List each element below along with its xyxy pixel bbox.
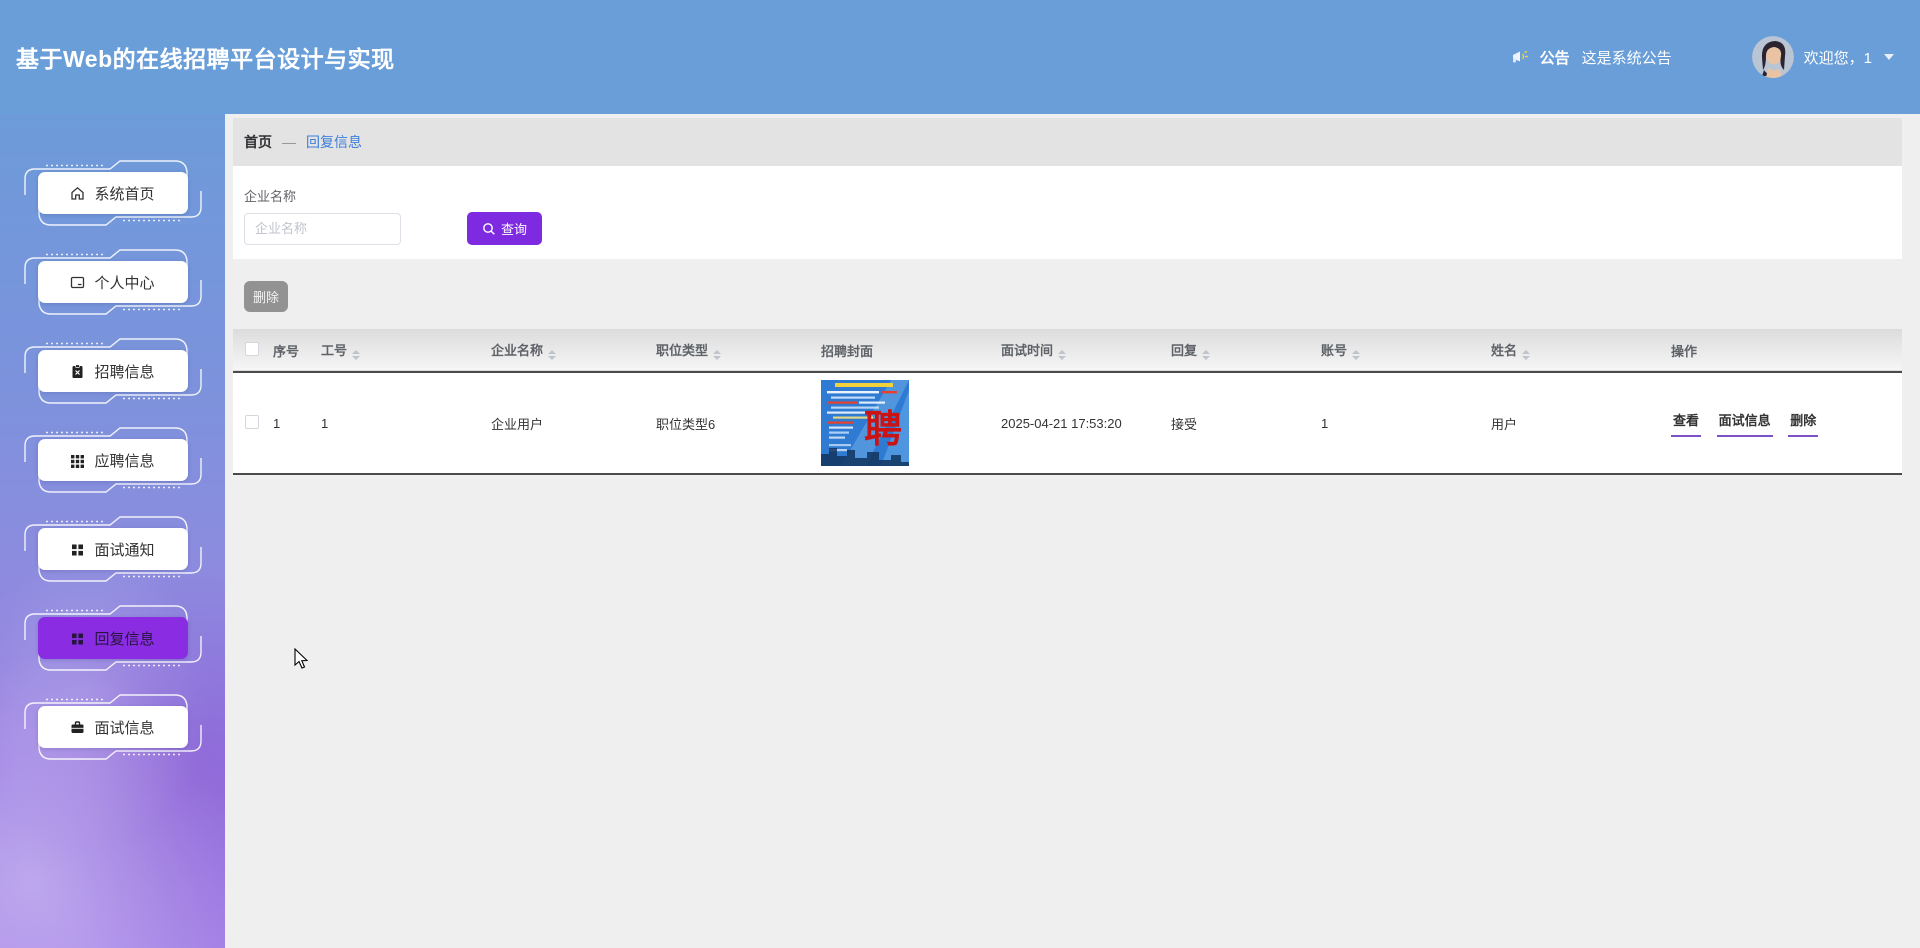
breadcrumb-separator: — [282,134,296,150]
column-header-company[interactable]: 企业名称 [479,329,644,372]
sidebar-item-label: 面试信息 [94,719,155,737]
sidebar-item-label: 招聘信息 [94,363,155,381]
sidebar-item-label: 系统首页 [94,185,155,203]
column-header-actions: 操作 [1671,343,1698,359]
clipboard-icon [72,363,83,378]
sidebar-item-profile[interactable]: 个人中心 [20,247,206,317]
cell-index: 1 [273,415,281,431]
announcement-icon [1512,50,1528,63]
column-header-job-type[interactable]: 职位类型 [644,329,809,372]
breadcrumb: 首页 — 回复信息 [233,118,1902,166]
sort-caret-icon[interactable] [1058,350,1067,360]
cell-job-type: 职位类型6 [656,416,716,432]
sidebar-item-label: 回复信息 [94,630,155,648]
welcome-text: 欢迎您，1 [1803,49,1872,67]
column-header-name[interactable]: 姓名 [1479,329,1659,372]
company-name-input[interactable] [244,212,401,245]
grid4-icon [72,544,84,555]
column-header-index: 序号 [273,343,300,359]
column-header-worker-id[interactable]: 工号 [309,329,479,372]
sort-caret-icon[interactable] [1522,350,1531,360]
announcement-text: 这是系统公告 [1581,49,1672,67]
search-icon [483,222,495,235]
column-header-cover: 招聘封面 [821,343,874,359]
sidebar-item-label: 应聘信息 [94,452,155,470]
cell-account: 1 [1321,415,1329,431]
grid9-icon [71,454,85,468]
avatar[interactable] [1751,36,1794,78]
cell-actions: 查看 面试信息 删除 [1659,372,1902,474]
sort-caret-icon[interactable] [548,350,557,360]
grid4-icon [72,633,84,644]
avatar-image [1751,36,1794,78]
sidebar-button-recruit-info[interactable]: 招聘信息 [37,350,188,392]
breadcrumb-home[interactable]: 首页 [244,132,272,152]
sidebar-item-interview-info[interactable]: 面试信息 [20,692,206,762]
sidebar-button-interview-notice[interactable]: 面试通知 [37,528,188,570]
delete-row-button[interactable]: 删除 [1788,410,1819,437]
sort-caret-icon[interactable] [352,350,361,360]
column-header-interview-time[interactable]: 面试时间 [989,329,1159,372]
sort-caret-icon[interactable] [1352,350,1361,360]
home-icon [71,186,85,200]
search-field-label: 企业名称 [244,189,297,204]
select-all-checkbox[interactable] [245,341,259,356]
sidebar-button-reply-info[interactable]: 回复信息 [37,617,188,659]
recruit-cover-image[interactable]: 聘 [821,380,909,466]
sidebar-item-label: 个人中心 [94,274,155,292]
cell-interview-time: 2025-04-21 17:53:20 [1001,415,1122,431]
sidebar-item-reply-info[interactable]: 回复信息 [20,603,206,673]
column-header-account[interactable]: 账号 [1309,329,1479,372]
sidebar-item-home[interactable]: 系统首页 [20,158,206,228]
sort-caret-icon[interactable] [713,350,722,360]
breadcrumb-current[interactable]: 回复信息 [306,132,362,152]
page-title: 基于Web的在线招聘平台设计与实现 [16,46,395,72]
app-header: 基于Web的在线招聘平台设计与实现 公告 这是系统公告 欢迎您，1 [0,0,1920,114]
table-header-row: 序号 工号 企业名称 职位类型 招聘封面 面试时间 回复 账号 姓名 操作 [233,329,1902,372]
sidebar-item-apply-info[interactable]: 应聘信息 [20,425,206,495]
batch-delete-button[interactable]: 删除 [244,281,289,312]
chevron-down-icon[interactable] [1884,54,1894,60]
sidebar-item-recruit-info[interactable]: 招聘信息 [20,336,206,406]
interview-info-button[interactable]: 面试信息 [1716,410,1773,437]
cell-company: 企业用户 [491,416,544,432]
sidebar: 系统首页 个人中心 招聘信息 应聘信息 面试通知 回复信息 面试信息 [0,114,225,948]
header-right: 公告 这是系统公告 欢迎您，1 [1511,0,1894,114]
search-panel: 企业名称 查询 [233,166,1902,259]
idcard-icon [71,276,85,288]
sidebar-button-profile[interactable]: 个人中心 [37,261,188,303]
sidebar-item-label: 面试通知 [94,541,155,559]
sort-caret-icon[interactable] [1202,350,1211,360]
sidebar-button-interview-info[interactable]: 面试信息 [37,706,188,748]
briefcase-icon [71,720,84,733]
view-button[interactable]: 查看 [1671,410,1702,437]
cell-name: 用户 [1491,416,1518,432]
row-checkbox[interactable] [245,414,259,429]
query-button-label: 查询 [501,222,528,237]
main-content: 首页 — 回复信息 企业名称 查询 删除 [225,114,1920,948]
column-header-reply[interactable]: 回复 [1159,329,1309,372]
sidebar-button-home[interactable]: 系统首页 [37,172,188,214]
query-button[interactable]: 查询 [467,212,543,245]
table-toolbar: 删除 [233,259,1902,329]
reply-info-table: 序号 工号 企业名称 职位类型 招聘封面 面试时间 回复 账号 姓名 操作 1 … [233,329,1902,475]
svg-text:聘: 聘 [864,409,902,451]
table-row: 1 1 企业用户 职位类型6 聘 2025-04-21 17:53:20 接受 … [233,372,1902,474]
sidebar-item-interview-notice[interactable]: 面试通知 [20,514,206,584]
cell-reply: 接受 [1171,416,1198,432]
cell-worker-id: 1 [321,415,329,431]
announcement-label[interactable]: 公告 [1540,47,1570,68]
sidebar-button-apply-info[interactable]: 应聘信息 [37,439,188,481]
